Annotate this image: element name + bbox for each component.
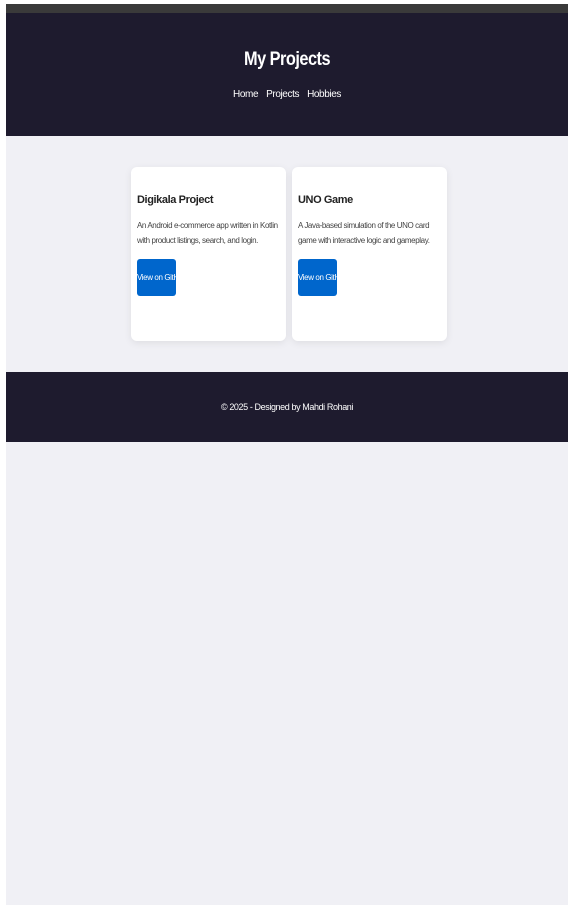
nav-link-hobbies[interactable]: Hobbies: [307, 89, 341, 101]
top-strip: [6, 4, 568, 13]
project-description: An Android e-commerce app written in Kot…: [137, 221, 278, 245]
page-title: My Projects: [243, 49, 331, 70]
project-title: Digikala Project: [137, 194, 214, 206]
project-card-uno: UNO Game A Java-based simulation of the …: [292, 167, 447, 341]
project-title: UNO Game: [298, 194, 353, 206]
nav-link-projects[interactable]: Projects: [266, 89, 299, 101]
main-nav: Home Projects Hobbies: [6, 89, 568, 101]
view-on-github-button[interactable]: View on GitHub: [137, 259, 176, 296]
projects-section: Digikala Project An Android e-commerce a…: [6, 136, 568, 372]
site-header: My Projects Home Projects Hobbies: [6, 13, 568, 136]
nav-link-home[interactable]: Home: [233, 89, 258, 101]
site-footer: © 2025 - Designed by Mahdi Rohani: [6, 372, 568, 442]
project-description: A Java-based simulation of the UNO card …: [298, 221, 430, 245]
footer-text: © 2025 - Designed by Mahdi Rohani: [220, 402, 354, 412]
browser-viewport: My Projects Home Projects Hobbies Digika…: [6, 4, 568, 905]
project-card-digikala: Digikala Project An Android e-commerce a…: [131, 167, 286, 341]
view-on-github-button[interactable]: View on GitHub: [298, 259, 337, 296]
